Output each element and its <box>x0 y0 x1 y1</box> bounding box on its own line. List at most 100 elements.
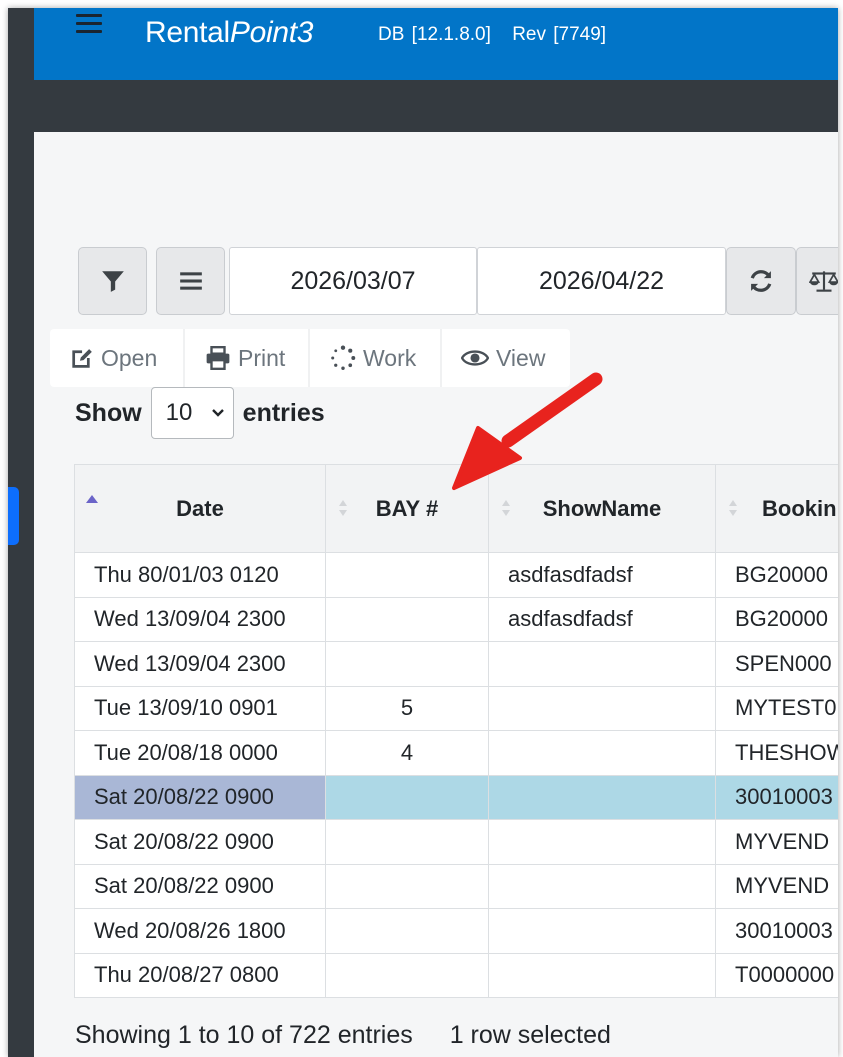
action-divider <box>183 329 185 387</box>
sort-icon <box>729 500 737 516</box>
refresh-icon <box>750 270 772 292</box>
cell-showname: asdfasdfadsf <box>488 552 716 598</box>
column-header-label: ShowName <box>542 495 662 521</box>
view-button[interactable]: View <box>461 329 545 387</box>
print-button[interactable]: Print <box>205 329 285 387</box>
cell-bay <box>325 819 489 865</box>
cell-bay: 5 <box>325 685 489 731</box>
refresh-button[interactable] <box>726 247 796 315</box>
table-row[interactable]: Wed 20/08/26 1800 30010003 <box>74 908 838 954</box>
table-info: Showing 1 to 10 of 722 entries 1 row sel… <box>75 1021 611 1050</box>
end-date-input[interactable]: 2026/04/22 <box>477 247 726 315</box>
action-divider <box>308 329 310 387</box>
show-label: Show <box>75 398 142 427</box>
cell-bay <box>325 908 489 954</box>
pagination-info: Showing 1 to 10 of 722 entries <box>75 1021 413 1049</box>
cell-booking: 30010003 <box>715 774 838 820</box>
brand-logo[interactable]: RentalPoint3 <box>145 16 313 50</box>
top-navbar: RentalPoint3 DB [12.1.8.0] Rev [7749] <box>8 8 838 80</box>
work-label: Work <box>363 344 417 371</box>
cell-showname: asdfasdfadsf <box>488 596 716 642</box>
cell-showname <box>488 685 716 731</box>
open-button[interactable]: Open <box>68 329 157 387</box>
cell-booking: MYVEND <box>715 863 838 909</box>
cell-bay <box>325 596 489 642</box>
cell-bay <box>325 552 489 598</box>
column-header-bay[interactable]: BAY # <box>325 464 489 553</box>
table-row[interactable]: Wed 13/09/04 2300 SPEN000 <box>74 641 838 687</box>
table-row[interactable]: Sat 20/08/22 0900 MYVEND <box>74 819 838 865</box>
list-menu-button[interactable] <box>156 247 225 315</box>
cell-bay <box>325 863 489 909</box>
cell-date: Sat 20/08/22 0900 <box>74 774 326 820</box>
table-header-row: Date BAY # ShowName Bookin <box>74 464 838 553</box>
edit-icon <box>72 349 92 368</box>
column-header-date[interactable]: Date <box>74 464 326 553</box>
table-row[interactable]: Tue 20/08/18 0000 4 THESHOW <box>74 730 838 776</box>
view-label: View <box>496 344 546 371</box>
cell-showname <box>488 641 716 687</box>
eye-icon <box>461 350 489 366</box>
column-header-label: Date <box>176 495 224 521</box>
filter-button[interactable] <box>78 247 147 315</box>
revision: Rev [7749] <box>512 24 607 45</box>
table-row-selected[interactable]: Sat 20/08/22 0900 30010003 <box>74 774 838 820</box>
cell-date: Thu 20/08/27 0800 <box>74 952 326 998</box>
chevron-down-icon <box>211 409 224 417</box>
print-icon <box>206 346 230 370</box>
cell-booking: BG20000 <box>715 596 838 642</box>
column-header-showname[interactable]: ShowName <box>488 464 716 553</box>
cell-booking: SPEN000 <box>715 641 838 687</box>
entries-select-value: 10 <box>165 399 193 426</box>
secondary-navbar <box>34 80 838 132</box>
start-date-input[interactable]: 2026/03/07 <box>229 247 477 315</box>
entries-label: entries <box>242 398 325 427</box>
cell-booking: THESHOW <box>715 730 838 776</box>
brand-text-italic: Point3 <box>229 16 314 49</box>
open-label: Open <box>101 344 158 371</box>
hamburger-menu-icon[interactable] <box>76 14 102 34</box>
sort-icon <box>502 500 510 516</box>
row-actions-bar: Open Print Work View <box>50 329 570 387</box>
list-icon <box>179 272 202 290</box>
cell-booking: 30010003 <box>715 908 838 954</box>
action-divider <box>440 329 442 387</box>
balance-button[interactable] <box>796 247 838 315</box>
sidebar-toggle-tab[interactable] <box>8 487 19 545</box>
bookings-table: Date BAY # ShowName Bookin Thu 80/01/03 … <box>74 464 838 998</box>
entries-per-page-select[interactable]: 10 <box>150 387 234 439</box>
cell-booking: MYTEST0 <box>715 685 838 731</box>
selection-info: 1 row selected <box>449 1021 611 1049</box>
cell-bay <box>325 641 489 687</box>
work-button[interactable]: Work <box>330 329 416 387</box>
cell-showname <box>488 819 716 865</box>
db-version: DB [12.1.8.0] <box>378 24 491 45</box>
cell-date: Sat 20/08/22 0900 <box>74 819 326 865</box>
table-row[interactable]: Thu 80/01/03 0120 asdfasdfadsf BG20000 <box>74 552 838 598</box>
filter-icon <box>101 271 124 292</box>
cell-booking: T0000000 <box>715 952 838 998</box>
app-window: RentalPoint3 DB [12.1.8.0] Rev [7749] 20… <box>8 8 838 1057</box>
cell-date: Wed 13/09/04 2300 <box>74 596 326 642</box>
print-label: Print <box>238 344 286 371</box>
table-row[interactable]: Sat 20/08/22 0900 MYVEND <box>74 863 838 909</box>
table-row[interactable]: Tue 13/09/10 0901 5 MYTEST0 <box>74 685 838 731</box>
cell-date: Thu 80/01/03 0120 <box>74 552 326 598</box>
length-menu: Show 10 entries <box>75 387 325 439</box>
cell-bay: 4 <box>325 730 489 776</box>
cell-booking: MYVEND <box>715 819 838 865</box>
cell-booking: BG20000 <box>715 552 838 598</box>
sort-ascending-icon <box>86 495 98 503</box>
cell-showname <box>488 863 716 909</box>
cell-bay <box>325 952 489 998</box>
cell-date: Wed 13/09/04 2300 <box>74 641 326 687</box>
cell-showname <box>488 952 716 998</box>
brand-text: Rental <box>145 16 230 49</box>
table-row[interactable]: Wed 13/09/04 2300 asdfasdfadsf BG20000 <box>74 596 838 642</box>
table-row[interactable]: Thu 20/08/27 0800 T0000000 <box>74 952 838 998</box>
column-header-label: BAY # <box>375 495 439 521</box>
cell-showname <box>488 730 716 776</box>
sort-icon <box>339 500 347 516</box>
version-info: DB [12.1.8.0] Rev [7749] <box>378 24 620 46</box>
column-header-booking[interactable]: Bookin <box>715 464 838 553</box>
